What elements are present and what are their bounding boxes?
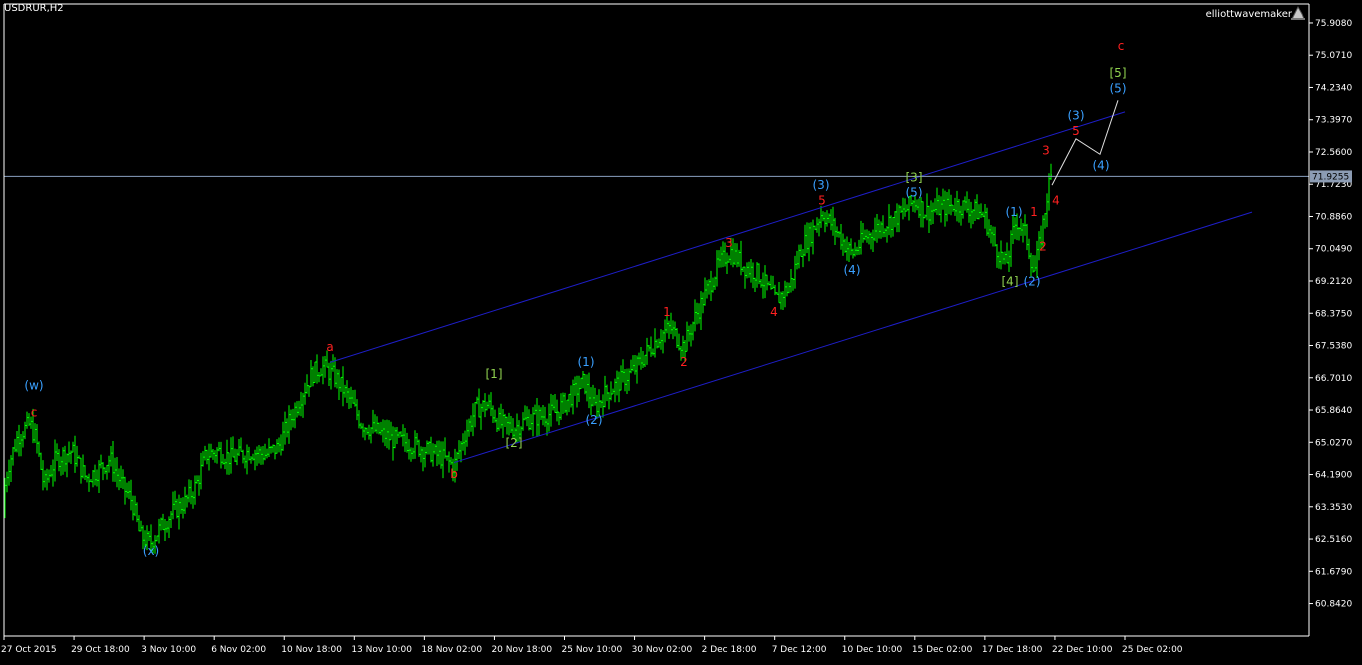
- wave-label: [2]: [506, 436, 523, 450]
- x-tick-label: 25 Nov 10:00: [562, 645, 623, 655]
- ohlc-bars-layer: [4, 163, 1052, 554]
- wave-label: 5: [818, 193, 826, 207]
- wave-label: (4): [844, 263, 861, 277]
- x-tick-label: 18 Nov 02:00: [421, 645, 482, 655]
- y-tick-label: 66.7010: [1315, 374, 1352, 384]
- y-tick-label: 73.3970: [1315, 116, 1352, 126]
- wave-label: 2: [680, 355, 688, 369]
- wave-label: [4]: [1002, 274, 1019, 288]
- y-tick-label: 67.5380: [1315, 342, 1352, 352]
- symbol-label: USDRUR,H2: [4, 3, 64, 14]
- wave-labels-layer: (w)c(x)ab[1][2](1)(2)1234(3)5(4)[3](5)(1…: [24, 39, 1126, 558]
- wave-label: (2): [586, 413, 603, 427]
- trend-lines-layer: [4, 100, 1309, 464]
- chart-canvas[interactable]: (w)c(x)ab[1][2](1)(2)1234(3)5(4)[3](5)(1…: [0, 0, 1362, 661]
- y-tick-label: 70.0490: [1315, 245, 1352, 255]
- wave-label: 3: [1042, 143, 1050, 157]
- wave-label: (3): [813, 178, 830, 192]
- y-tick-label: 74.2340: [1315, 83, 1352, 93]
- x-tick-label: 3 Nov 10:00: [141, 645, 196, 655]
- y-tick-label: 70.8860: [1315, 212, 1352, 222]
- y-tick-label: 60.8420: [1315, 600, 1352, 610]
- wave-label: (5): [906, 186, 923, 200]
- wave-label: c: [1118, 39, 1125, 53]
- wave-label: 4: [770, 305, 778, 319]
- wave-label: 2: [1039, 240, 1047, 254]
- y-tick-label: 65.8640: [1315, 406, 1352, 416]
- wave-label: (5): [1110, 82, 1127, 96]
- price-chart[interactable]: (w) c (x) a b [1] [2] (1) (2) 1 2 3 4 (3) 5 (4) [3] (5) (1…: [0, 0, 1362, 661]
- wave-label: [5]: [1110, 66, 1127, 80]
- y-tick-label: 63.3530: [1315, 503, 1352, 513]
- x-tick-label: 6 Nov 02:00: [211, 645, 266, 655]
- wave-label: c: [31, 405, 38, 419]
- wave-label: b: [450, 467, 458, 481]
- wave-label: a: [326, 340, 333, 354]
- current-price-label: 71.9255: [1312, 172, 1349, 182]
- y-tick-label: 75.0710: [1315, 51, 1352, 61]
- y-tick-label: 65.0270: [1315, 438, 1352, 448]
- y-tick-label: 68.3750: [1315, 309, 1352, 319]
- wave-label: (3): [1068, 109, 1085, 123]
- y-tick-label: 64.1900: [1315, 471, 1352, 481]
- y-tick-label: 62.5160: [1315, 535, 1352, 545]
- brand-label: elliottwavemaker: [1205, 9, 1292, 20]
- wave-label: 1: [663, 305, 671, 319]
- wave-label: (4): [1093, 159, 1110, 173]
- x-tick-label: 22 Dec 10:00: [1052, 645, 1113, 655]
- wave-label: 4: [1052, 193, 1060, 207]
- wave-label: (1): [578, 355, 595, 369]
- x-tick-label: 20 Nov 18:00: [491, 645, 552, 655]
- y-tick-label: 61.6790: [1315, 567, 1352, 577]
- x-tick-label: 29 Oct 18:00: [71, 645, 130, 655]
- x-tick-label: 2 Dec 18:00: [702, 645, 757, 655]
- x-tick-label: 30 Nov 02:00: [632, 645, 693, 655]
- x-tick-label: 15 Dec 02:00: [912, 645, 973, 655]
- x-tick-label: 10 Dec 10:00: [842, 645, 903, 655]
- wave-label: [1]: [486, 367, 503, 381]
- y-tick-label: 69.2120: [1315, 277, 1352, 287]
- wave-label: [3]: [906, 170, 923, 184]
- wave-label: (1): [1006, 205, 1023, 219]
- x-tick-label: 17 Dec 18:00: [982, 645, 1043, 655]
- wizard-hat-icon: [1291, 5, 1305, 20]
- y-tick-label: 75.9080: [1315, 19, 1352, 29]
- x-tick-label: 10 Nov 18:00: [281, 645, 342, 655]
- wave-label: (2): [1024, 274, 1041, 288]
- wave-label: 5: [1072, 124, 1080, 138]
- wave-label: (w): [24, 378, 43, 392]
- x-tick-label: 25 Dec 02:00: [1122, 645, 1183, 655]
- wave-label: 1: [1030, 205, 1038, 219]
- x-tick-label: 7 Dec 12:00: [772, 645, 827, 655]
- wave-label: 3: [725, 236, 733, 250]
- x-tick-label: 27 Oct 2015: [1, 645, 57, 655]
- wave-label: (x): [143, 544, 159, 558]
- x-tick-label: 13 Nov 10:00: [351, 645, 412, 655]
- y-tick-label: 72.5600: [1315, 148, 1352, 158]
